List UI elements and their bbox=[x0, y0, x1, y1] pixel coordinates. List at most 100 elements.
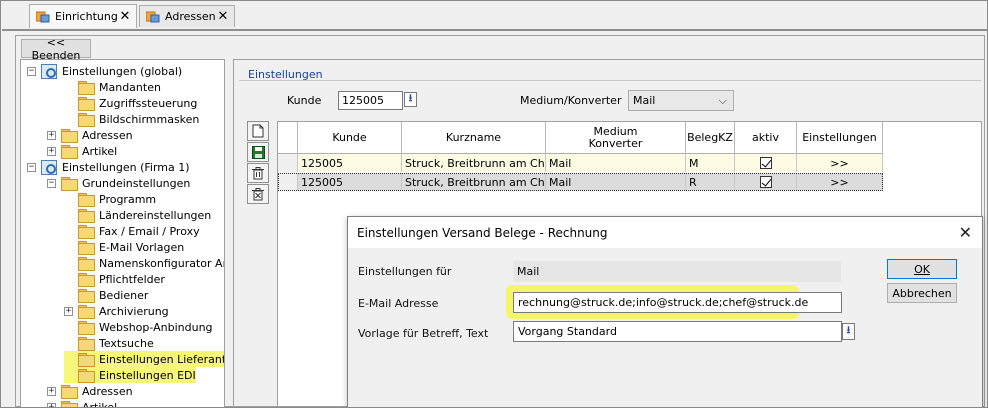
tree-item[interactable]: Webshop-Anbindung bbox=[64, 319, 213, 335]
cell-kunde[interactable]: 125005 bbox=[298, 154, 402, 172]
expand-icon[interactable]: + bbox=[64, 306, 73, 316]
folder-icon bbox=[78, 113, 95, 127]
collapse-icon[interactable]: − bbox=[27, 162, 36, 172]
tree-item[interactable]: − Einstellungen (global) bbox=[27, 63, 182, 79]
cell-einstellungen[interactable]: >> bbox=[797, 154, 883, 172]
tab-adressen[interactable]: Adressen ✕ bbox=[139, 5, 235, 27]
tree-item[interactable]: E-Mail Vorlagen bbox=[64, 239, 184, 255]
vorlage-lookup-button[interactable]: ⭳ bbox=[842, 323, 855, 340]
cell-aktiv[interactable] bbox=[735, 154, 797, 172]
chevron-down-icon: ⌵ bbox=[718, 94, 727, 107]
folder-icon bbox=[78, 353, 95, 367]
close-icon[interactable]: ✕ bbox=[118, 9, 132, 24]
tree-item-label: Artikel bbox=[82, 400, 118, 408]
cell-aktiv[interactable] bbox=[735, 173, 797, 191]
column-header-medium[interactable]: Medium Konverter bbox=[546, 122, 686, 154]
tree-item[interactable]: − Grundeinstellungen bbox=[47, 175, 190, 191]
tree-item[interactable]: Programm bbox=[64, 191, 156, 207]
tree-item-label: Zugriffssteuerung bbox=[99, 96, 198, 110]
cell-belegkz[interactable]: R bbox=[686, 173, 735, 191]
tree-item[interactable]: + Archivierung bbox=[64, 303, 169, 319]
tree-item[interactable]: Bildschirmmasken bbox=[64, 111, 199, 127]
folder-icon bbox=[61, 129, 78, 143]
tree-item-label: Pflichtfelder bbox=[99, 272, 165, 286]
table-row[interactable]: 125005 Struck, Breitbrunn am Chiem Mail … bbox=[278, 154, 883, 172]
kunde-label: Kunde bbox=[287, 94, 322, 107]
tree-item-label: Mandanten bbox=[99, 80, 161, 94]
row-header[interactable] bbox=[278, 154, 298, 172]
column-header-aktiv[interactable]: aktiv bbox=[735, 122, 797, 154]
trash-cross-icon bbox=[252, 187, 264, 200]
cell-kunde[interactable]: 125005 bbox=[298, 173, 402, 191]
folder-icon bbox=[78, 193, 95, 207]
cell-einstellungen[interactable]: >> bbox=[797, 173, 883, 191]
cell-medium[interactable]: Mail bbox=[546, 154, 686, 172]
trash-icon bbox=[252, 166, 264, 179]
tree-item[interactable]: Bediener bbox=[64, 287, 148, 303]
folder-icon bbox=[61, 177, 78, 191]
expand-icon[interactable]: + bbox=[47, 146, 56, 156]
folder-icon bbox=[78, 225, 95, 239]
medium-label: Medium/Konverter bbox=[520, 94, 622, 107]
einstellungen-fuer-value: Mail bbox=[513, 261, 841, 282]
cell-medium[interactable]: Mail bbox=[546, 173, 686, 191]
new-record-button[interactable] bbox=[247, 121, 269, 141]
tree-item[interactable]: − Einstellungen (Firma 1) bbox=[27, 159, 190, 175]
delete-all-button[interactable] bbox=[247, 184, 269, 204]
tree-item[interactable]: Ländereinstellungen bbox=[64, 207, 211, 223]
column-header-einstellungen[interactable]: Einstellungen bbox=[797, 122, 883, 154]
column-header-kurzname[interactable]: Kurzname bbox=[402, 122, 546, 154]
column-header-belegkz[interactable]: BelegKZ bbox=[686, 122, 735, 154]
tree-item[interactable]: Mandanten bbox=[64, 79, 161, 95]
tree-item[interactable]: Namenskonfigurator Anha bbox=[64, 255, 224, 271]
tab-einrichtung[interactable]: Einrichtung ✕ bbox=[29, 4, 137, 28]
cell-belegkz[interactable]: M bbox=[686, 154, 735, 172]
cell-kurzname[interactable]: Struck, Breitbrunn am Chiem bbox=[402, 173, 546, 191]
save-button[interactable] bbox=[247, 142, 269, 162]
folder-icon bbox=[78, 273, 95, 287]
checkbox-checked[interactable] bbox=[759, 157, 772, 169]
folder-icon bbox=[78, 305, 95, 319]
collapse-icon[interactable]: − bbox=[27, 66, 36, 76]
medium-select-value: Mail bbox=[633, 94, 656, 107]
row-header[interactable] bbox=[278, 173, 298, 191]
kunde-lookup-button[interactable]: ⭳ bbox=[404, 92, 417, 107]
kunde-input[interactable]: 125005 bbox=[338, 91, 403, 110]
email-input[interactable]: rechnung@struck.de;info@struck.de;chef@s… bbox=[513, 292, 842, 313]
column-header-kunde[interactable]: Kunde bbox=[298, 122, 402, 154]
tree-item[interactable]: Pflichtfelder bbox=[64, 271, 165, 287]
tree-item[interactable]: Textsuche bbox=[64, 335, 154, 351]
beenden-button[interactable]: << Beenden bbox=[21, 36, 91, 62]
close-icon[interactable]: ✕ bbox=[959, 223, 972, 242]
tree-item[interactable]: Fax / Email / Proxy bbox=[64, 223, 200, 239]
tree-item[interactable]: + Adressen bbox=[47, 383, 133, 399]
new-document-icon bbox=[252, 124, 264, 138]
expand-icon[interactable]: + bbox=[47, 386, 56, 396]
tree-item[interactable]: Einstellungen Lieferanten bbox=[64, 351, 224, 367]
tree-item-label: Bildschirmmasken bbox=[99, 112, 200, 126]
collapse-icon[interactable]: − bbox=[47, 178, 56, 188]
tree-item-label: Textsuche bbox=[99, 336, 154, 350]
email-label: E-Mail Adresse bbox=[358, 297, 439, 310]
tree-item-label: Fax / Email / Proxy bbox=[99, 224, 200, 238]
vorlage-input[interactable]: Vorgang Standard bbox=[513, 321, 842, 342]
medium-select[interactable]: Mail ⌵ bbox=[628, 90, 734, 111]
expand-icon[interactable]: + bbox=[47, 130, 56, 140]
cancel-button[interactable]: Abbrechen bbox=[887, 283, 957, 303]
tree-item[interactable]: + Adressen bbox=[47, 127, 133, 143]
tab-underline bbox=[2, 29, 987, 31]
tree-item[interactable]: Zugriffssteuerung bbox=[64, 95, 197, 111]
tree-item[interactable]: Einstellungen EDI bbox=[64, 367, 196, 383]
grid-action-bar bbox=[247, 121, 271, 205]
close-icon[interactable]: ✕ bbox=[216, 9, 230, 24]
window-app-icon bbox=[145, 11, 160, 23]
cell-kurzname[interactable]: Struck, Breitbrunn am Chiem bbox=[402, 154, 546, 172]
checkbox-checked[interactable] bbox=[759, 176, 772, 188]
tree-item-label: Ländereinstellungen bbox=[99, 208, 212, 222]
ok-button[interactable]: OK bbox=[887, 259, 957, 279]
table-row[interactable]: 125005 Struck, Breitbrunn am Chiem Mail … bbox=[278, 173, 883, 191]
delete-button[interactable] bbox=[247, 163, 269, 183]
tree-item[interactable]: + Artikel bbox=[47, 399, 118, 408]
expand-icon[interactable]: + bbox=[47, 402, 56, 407]
tree-item[interactable]: + Artikel bbox=[47, 143, 117, 159]
